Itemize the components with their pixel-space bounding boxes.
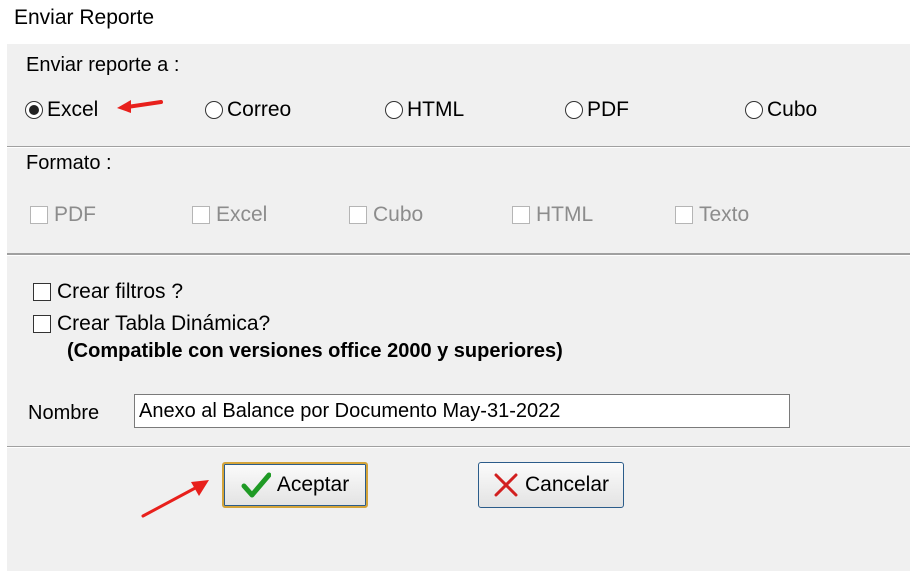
format-html-label: HTML [536,203,594,226]
radio-cubo[interactable]: Cubo [745,98,817,122]
format-cubo-label: Cubo [373,203,424,226]
format-pdf-checkbox[interactable]: PDF [30,203,96,227]
crear-filtros-box[interactable] [33,283,51,301]
radio-correo-label: Correo [227,98,292,121]
nombre-input[interactable]: Anexo al Balance por Documento May-31-20… [134,394,790,428]
format-html-box[interactable] [512,206,530,224]
format-excel-label: Excel [216,203,268,226]
dialog-panel: Enviar reporte a : Excel Correo HTML PDF… [7,44,910,571]
format-cubo-box[interactable] [349,206,367,224]
cancel-button[interactable]: Cancelar [478,462,624,508]
send-to-label: Enviar reporte a : [26,54,180,76]
crear-tabla-box[interactable] [33,315,51,333]
radio-pdf[interactable]: PDF [565,98,629,122]
format-excel-checkbox[interactable]: Excel [192,203,267,227]
cancel-label: Cancelar [524,473,610,496]
separator [7,146,910,148]
checkmark-icon [241,472,271,498]
format-pdf-box[interactable] [30,206,48,224]
format-texto-checkbox[interactable]: Texto [675,203,749,227]
annotation-arrow-icon [141,480,209,518]
compatibility-note: (Compatible con versiones office 2000 y … [67,340,563,362]
format-pdf-label: PDF [54,203,96,226]
separator [7,253,910,256]
radio-pdf-circle[interactable] [565,101,583,119]
crear-filtros-checkbox[interactable]: Crear filtros ? [33,280,183,304]
radio-excel[interactable]: Excel [25,98,98,122]
crear-tabla-label: Crear Tabla Dinámica? [57,312,271,335]
separator [7,446,910,448]
format-label: Formato : [26,152,112,174]
format-html-checkbox[interactable]: HTML [512,203,593,227]
radio-cubo-label: Cubo [767,98,818,121]
crear-tabla-checkbox[interactable]: Crear Tabla Dinámica? [33,312,270,336]
format-cubo-checkbox[interactable]: Cubo [349,203,423,227]
accept-label: Aceptar [276,473,350,496]
crear-filtros-label: Crear filtros ? [57,280,184,303]
nombre-label: Nombre [28,402,100,424]
annotation-arrow-icon [117,100,163,113]
window-title: Enviar Reporte [14,6,155,29]
radio-html-label: HTML [407,98,465,121]
radio-correo[interactable]: Correo [205,98,291,122]
accept-button[interactable]: Aceptar [222,462,368,508]
radio-excel-label: Excel [47,98,99,121]
format-excel-box[interactable] [192,206,210,224]
format-texto-label: Texto [699,203,750,226]
radio-cubo-circle[interactable] [745,101,763,119]
close-icon [494,473,518,497]
radio-html[interactable]: HTML [385,98,464,122]
radio-html-circle[interactable] [385,101,403,119]
format-texto-box[interactable] [675,206,693,224]
radio-pdf-label: PDF [587,98,629,121]
radio-correo-circle[interactable] [205,101,223,119]
radio-excel-circle[interactable] [25,101,43,119]
